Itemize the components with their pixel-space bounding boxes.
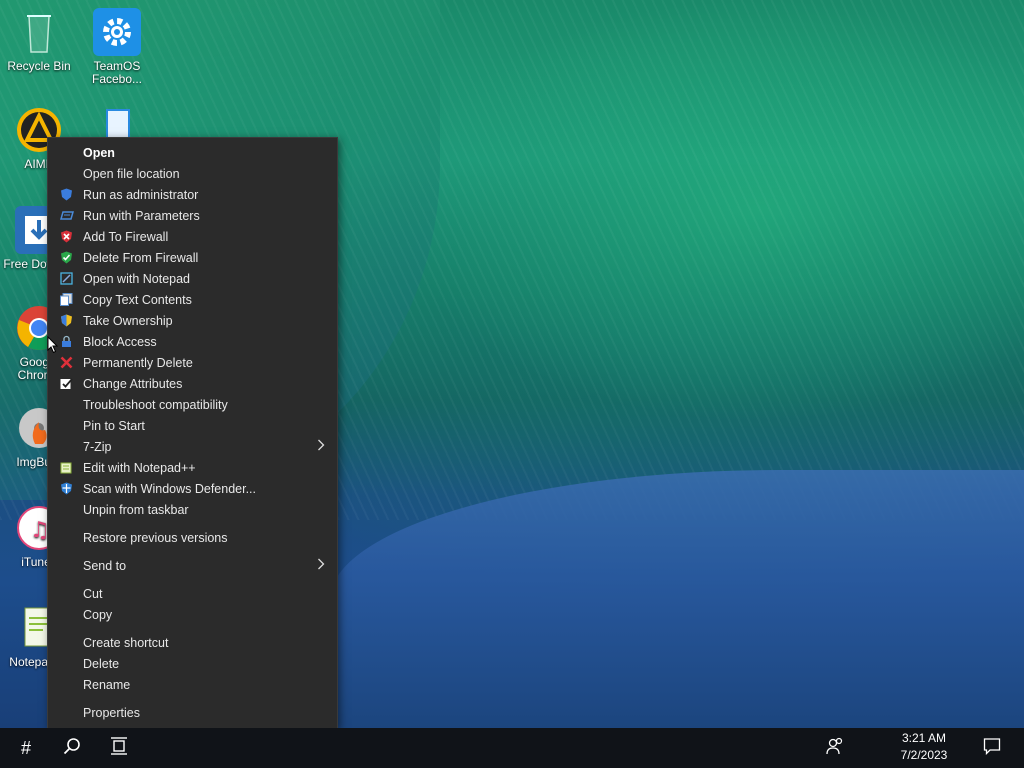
start-button[interactable]: # xyxy=(8,728,44,768)
chevron-right-icon xyxy=(317,439,325,451)
menu-item-pin-to-start[interactable]: Pin to Start xyxy=(48,415,337,436)
menu-item-7zip[interactable]: 7-Zip xyxy=(48,436,337,457)
taskbar: # 3:21 AM 7/2/2023 xyxy=(0,728,1024,768)
recycle-bin-icon xyxy=(15,8,63,56)
menu-item-unpin-from-taskbar[interactable]: Unpin from taskbar xyxy=(48,499,337,520)
menu-item-block-access[interactable]: Block Access xyxy=(48,331,337,352)
menu-item-delete[interactable]: Delete xyxy=(48,653,337,674)
shield-icon xyxy=(60,188,73,201)
defender-icon xyxy=(60,482,73,495)
chevron-right-icon xyxy=(317,558,325,570)
menu-item-troubleshoot-compatibility[interactable]: Troubleshoot compatibility xyxy=(48,394,337,415)
notepadpp-icon xyxy=(60,461,73,474)
firewall-add-icon xyxy=(60,230,73,243)
menu-item-open[interactable]: Open xyxy=(48,142,337,163)
menu-item-delete-from-firewall[interactable]: Delete From Firewall xyxy=(48,247,337,268)
menu-item-permanently-delete[interactable]: Permanently Delete xyxy=(48,352,337,373)
notification-icon xyxy=(983,737,1001,760)
mouse-cursor xyxy=(47,335,59,354)
ownership-shield-icon xyxy=(60,314,73,327)
menu-item-create-shortcut[interactable]: Create shortcut xyxy=(48,632,337,653)
menu-item-run-with-parameters[interactable]: Run with Parameters xyxy=(48,205,337,226)
menu-item-open-file-location[interactable]: Open file location xyxy=(48,163,337,184)
action-center-button[interactable] xyxy=(974,728,1010,768)
gear-icon xyxy=(93,8,141,56)
menu-item-run-as-administrator[interactable]: Run as administrator xyxy=(48,184,337,205)
firewall-remove-icon xyxy=(60,251,73,264)
menu-item-open-with-notepad[interactable]: Open with Notepad xyxy=(48,268,337,289)
context-menu: Open Open file location Run as administr… xyxy=(47,137,338,729)
parameters-icon xyxy=(60,209,74,222)
clock-time: 3:21 AM xyxy=(901,731,947,745)
menu-item-copy-text-contents[interactable]: Copy Text Contents xyxy=(48,289,337,310)
clock-date: 7/2/2023 xyxy=(900,748,948,762)
menu-item-change-attributes[interactable]: Change Attributes xyxy=(48,373,337,394)
menu-item-cut[interactable]: Cut xyxy=(48,583,337,604)
people-button[interactable] xyxy=(817,728,853,768)
system-clock[interactable]: 3:21 AM 7/2/2023 xyxy=(888,730,960,764)
menu-item-take-ownership[interactable]: Take Ownership xyxy=(48,310,337,331)
red-x-icon xyxy=(60,356,73,369)
copy-text-icon xyxy=(60,293,73,306)
notepad-icon xyxy=(60,272,73,285)
menu-item-copy[interactable]: Copy xyxy=(48,604,337,625)
menu-item-edit-with-notepadpp[interactable]: Edit with Notepad++ xyxy=(48,457,337,478)
menu-item-rename[interactable]: Rename xyxy=(48,674,337,695)
search-button[interactable] xyxy=(54,728,90,768)
menu-item-add-to-firewall[interactable]: Add To Firewall xyxy=(48,226,337,247)
menu-item-send-to[interactable]: Send to xyxy=(48,555,337,576)
menu-item-properties[interactable]: Properties xyxy=(48,702,337,723)
block-access-icon xyxy=(60,335,73,348)
attributes-icon xyxy=(60,377,73,390)
task-view-icon xyxy=(110,736,128,760)
search-icon xyxy=(63,737,81,760)
menu-item-scan-with-windows-defender[interactable]: Scan with Windows Defender... xyxy=(48,478,337,499)
desktop-icon-recycle-bin[interactable]: Recycle Bin xyxy=(2,8,76,73)
menu-item-restore-previous-versions[interactable]: Restore previous versions xyxy=(48,527,337,548)
task-view-button[interactable] xyxy=(101,728,137,768)
people-icon xyxy=(826,737,844,760)
desktop-icon-teamos[interactable]: TeamOS Facebo... xyxy=(80,8,154,86)
